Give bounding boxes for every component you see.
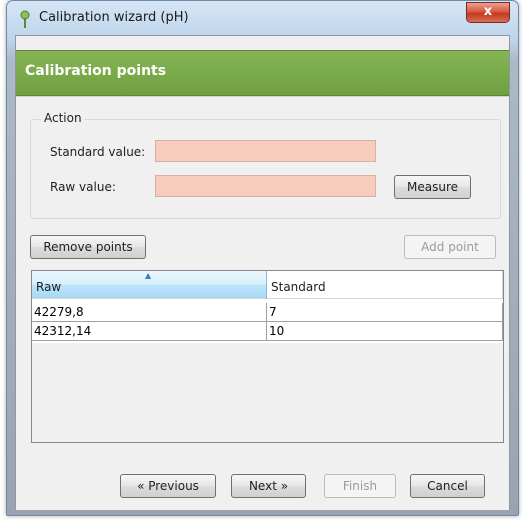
measure-button[interactable]: Measure — [394, 175, 471, 199]
header-band: Calibration points — [16, 50, 509, 96]
table-cell-standard[interactable]: 10 — [267, 322, 503, 341]
sort-ascending-icon: ▲ — [145, 271, 152, 280]
raw-value-field[interactable] — [155, 175, 376, 197]
table-row[interactable]: 42279,8 7 — [32, 303, 503, 322]
table-cell-raw[interactable]: 42312,14 — [32, 322, 267, 341]
column-header-label: Standard — [271, 280, 326, 294]
page-title: Calibration points — [25, 63, 167, 79]
dialog-window: Calibration wizard (pH) x Calibration po… — [6, 0, 519, 516]
raw-value-label: Raw value: — [50, 180, 116, 194]
column-header-raw[interactable]: ▲ Raw — [32, 271, 267, 299]
ph-probe-icon — [20, 10, 30, 28]
action-group: Action Standard value: Raw value: Measur… — [30, 111, 501, 219]
column-header-label: Raw — [36, 280, 62, 294]
table-row[interactable]: 42312,14 10 — [32, 322, 503, 341]
table-cell-raw[interactable]: 42279,8 — [32, 303, 267, 322]
finish-button[interactable]: Finish — [324, 474, 396, 498]
previous-button[interactable]: « Previous — [120, 474, 216, 498]
close-button[interactable]: x — [466, 2, 510, 23]
standard-value-field[interactable] — [155, 140, 376, 162]
action-group-label: Action — [41, 111, 85, 125]
dialog-client-area: Calibration points Action Standard value… — [15, 35, 510, 510]
title-bar[interactable]: Calibration wizard (pH) x — [7, 1, 518, 35]
column-header-standard[interactable]: Standard — [267, 271, 503, 299]
calibration-points-table[interactable]: ▲ Raw Standard 42279,8 7 42312,14 10 — [31, 270, 504, 443]
table-header: ▲ Raw Standard — [32, 271, 503, 300]
table-empty-area — [32, 343, 503, 442]
window-title: Calibration wizard (pH) — [39, 10, 189, 25]
remove-points-button[interactable]: Remove points — [30, 235, 146, 259]
wizard-content: Action Standard value: Raw value: Measur… — [16, 96, 509, 510]
cancel-button[interactable]: Cancel — [410, 474, 485, 498]
standard-value-label: Standard value: — [50, 145, 146, 159]
next-button[interactable]: Next » — [231, 474, 306, 498]
table-cell-standard[interactable]: 7 — [267, 303, 503, 322]
add-point-button[interactable]: Add point — [404, 235, 496, 259]
